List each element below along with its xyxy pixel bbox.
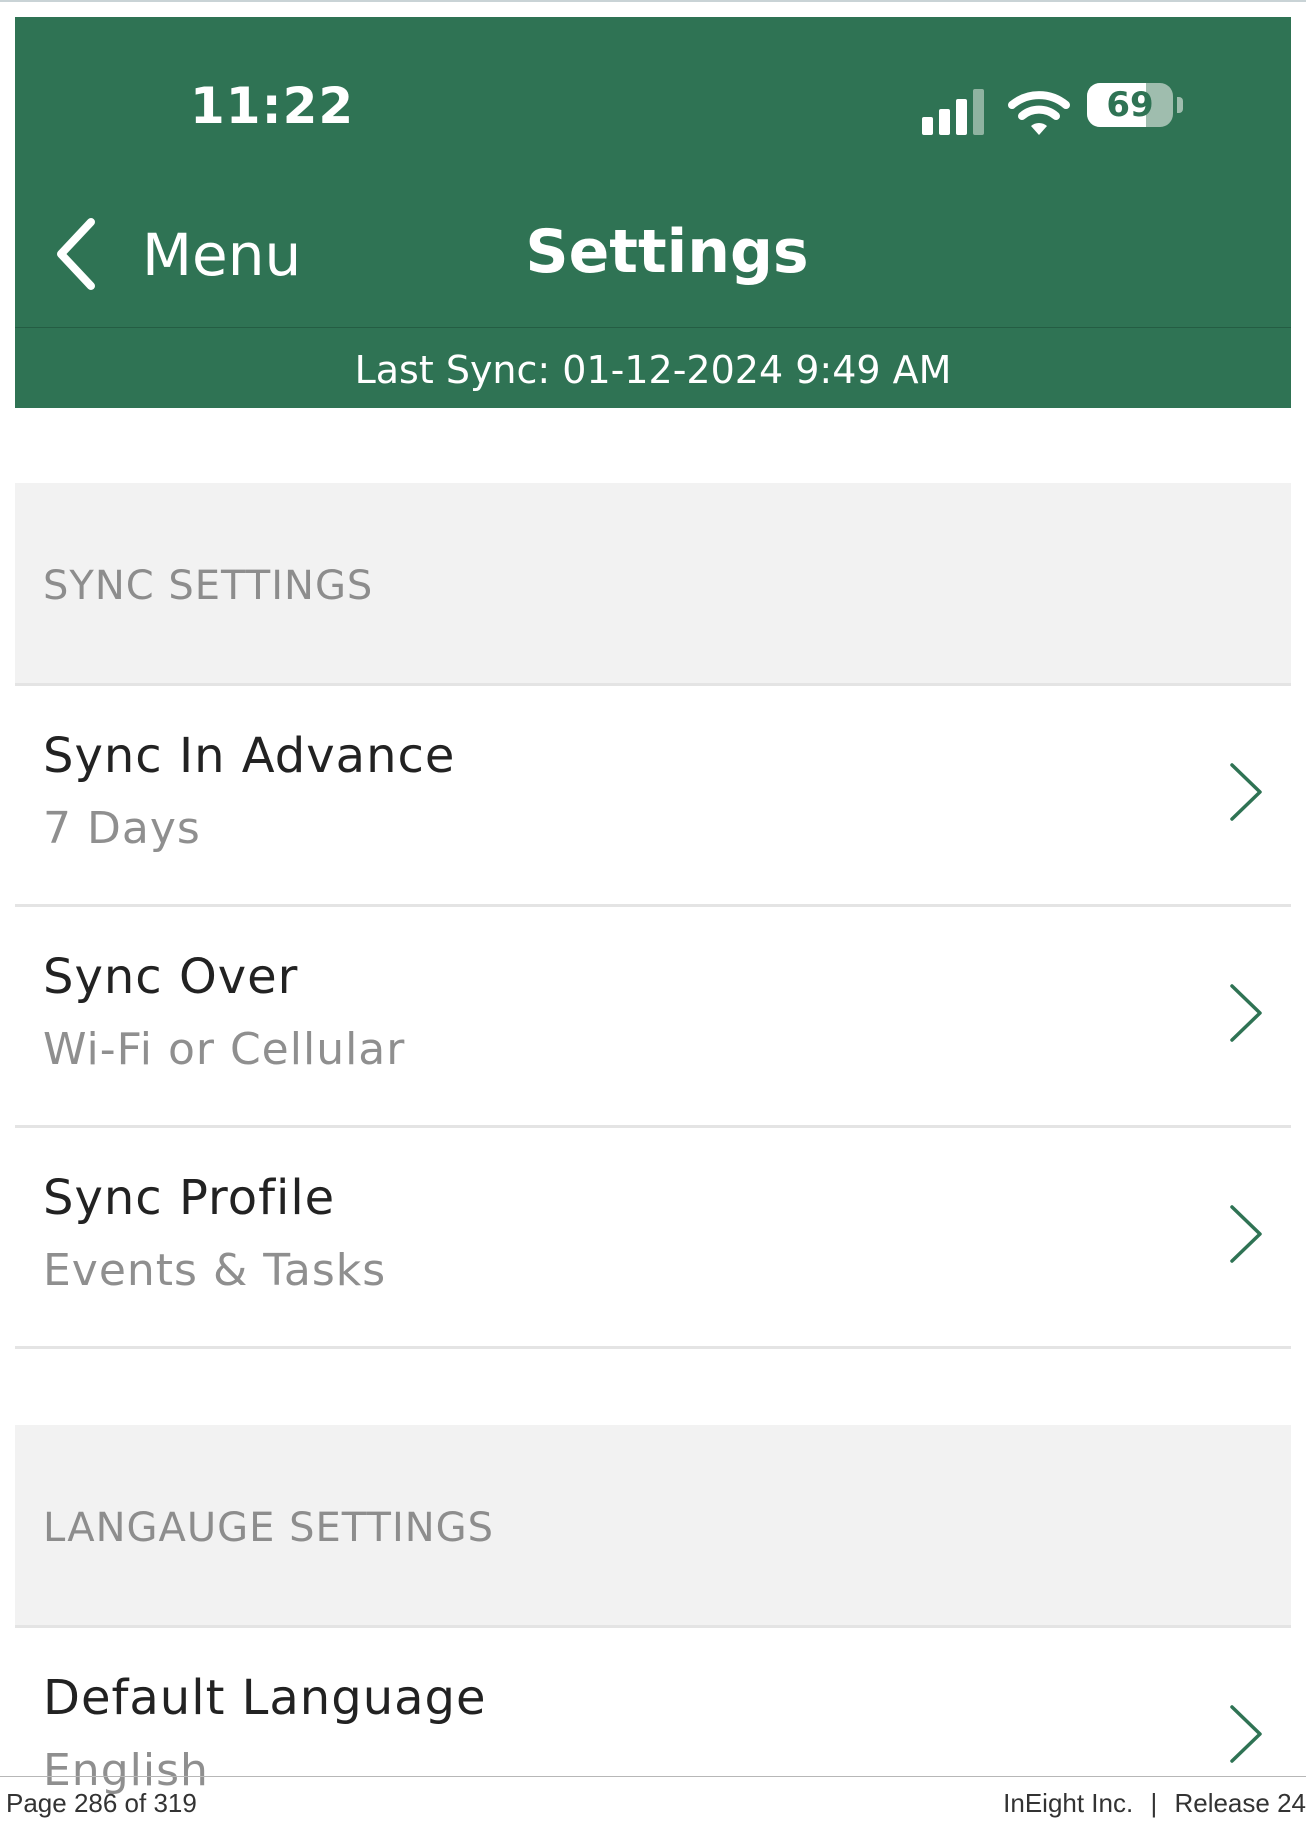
page-number: Page 286 of 319 bbox=[6, 1788, 197, 1818]
row-value: 7 Days bbox=[43, 803, 201, 854]
last-sync-text: Last Sync: 01-12-2024 9:49 AM bbox=[354, 348, 952, 392]
cellular-signal-icon bbox=[922, 89, 984, 135]
document-footer: Page 286 of 319 InEight Inc. | Release 2… bbox=[0, 1772, 1306, 1842]
battery-cap bbox=[1177, 97, 1183, 113]
nav-header: 11:22 69 Menu Settings Last Sync: 01-12-… bbox=[15, 17, 1291, 408]
page-title: Settings bbox=[15, 217, 1291, 287]
status-time: 11:22 bbox=[190, 77, 355, 135]
row-label: Sync Profile bbox=[43, 1170, 336, 1226]
chevron-right-icon bbox=[1230, 1205, 1262, 1263]
battery-body: 69 bbox=[1087, 83, 1173, 127]
row-value: Wi-Fi or Cellular bbox=[43, 1024, 406, 1075]
section-header-sync: SYNC SETTINGS bbox=[15, 483, 1291, 683]
last-sync-bar: Last Sync: 01-12-2024 9:49 AM bbox=[15, 327, 1291, 409]
settings-row-sync-over[interactable]: Sync Over Wi-Fi or Cellular bbox=[15, 904, 1291, 1125]
settings-row-sync-in-advance[interactable]: Sync In Advance 7 Days bbox=[15, 683, 1291, 904]
list-divider bbox=[15, 1346, 1291, 1419]
battery-icon: 69 bbox=[1087, 83, 1187, 137]
page-title-text: Settings bbox=[525, 217, 809, 287]
top-rule bbox=[0, 0, 1306, 2]
battery-level: 69 bbox=[1106, 85, 1154, 125]
section-header-language: LANGAUGE SETTINGS bbox=[15, 1425, 1291, 1625]
footer-rule bbox=[0, 1776, 1306, 1777]
chevron-right-icon bbox=[1230, 984, 1262, 1042]
row-label: Sync In Advance bbox=[43, 728, 456, 784]
section-title-sync: SYNC SETTINGS bbox=[43, 563, 374, 609]
row-value: Events & Tasks bbox=[43, 1245, 387, 1296]
wifi-icon bbox=[1008, 91, 1070, 135]
row-label: Sync Over bbox=[43, 949, 299, 1005]
settings-row-sync-profile[interactable]: Sync Profile Events & Tasks bbox=[15, 1125, 1291, 1346]
row-label: Default Language bbox=[43, 1670, 487, 1726]
release-label: Release 24 bbox=[1174, 1788, 1306, 1818]
chevron-right-icon bbox=[1230, 1705, 1262, 1763]
section-title-language: LANGAUGE SETTINGS bbox=[43, 1505, 495, 1551]
company-name: InEight Inc. bbox=[1003, 1788, 1134, 1818]
chevron-right-icon bbox=[1230, 763, 1262, 821]
footer-release-info: InEight Inc. | Release 24 bbox=[1003, 1788, 1306, 1819]
footer-separator: | bbox=[1150, 1788, 1158, 1818]
